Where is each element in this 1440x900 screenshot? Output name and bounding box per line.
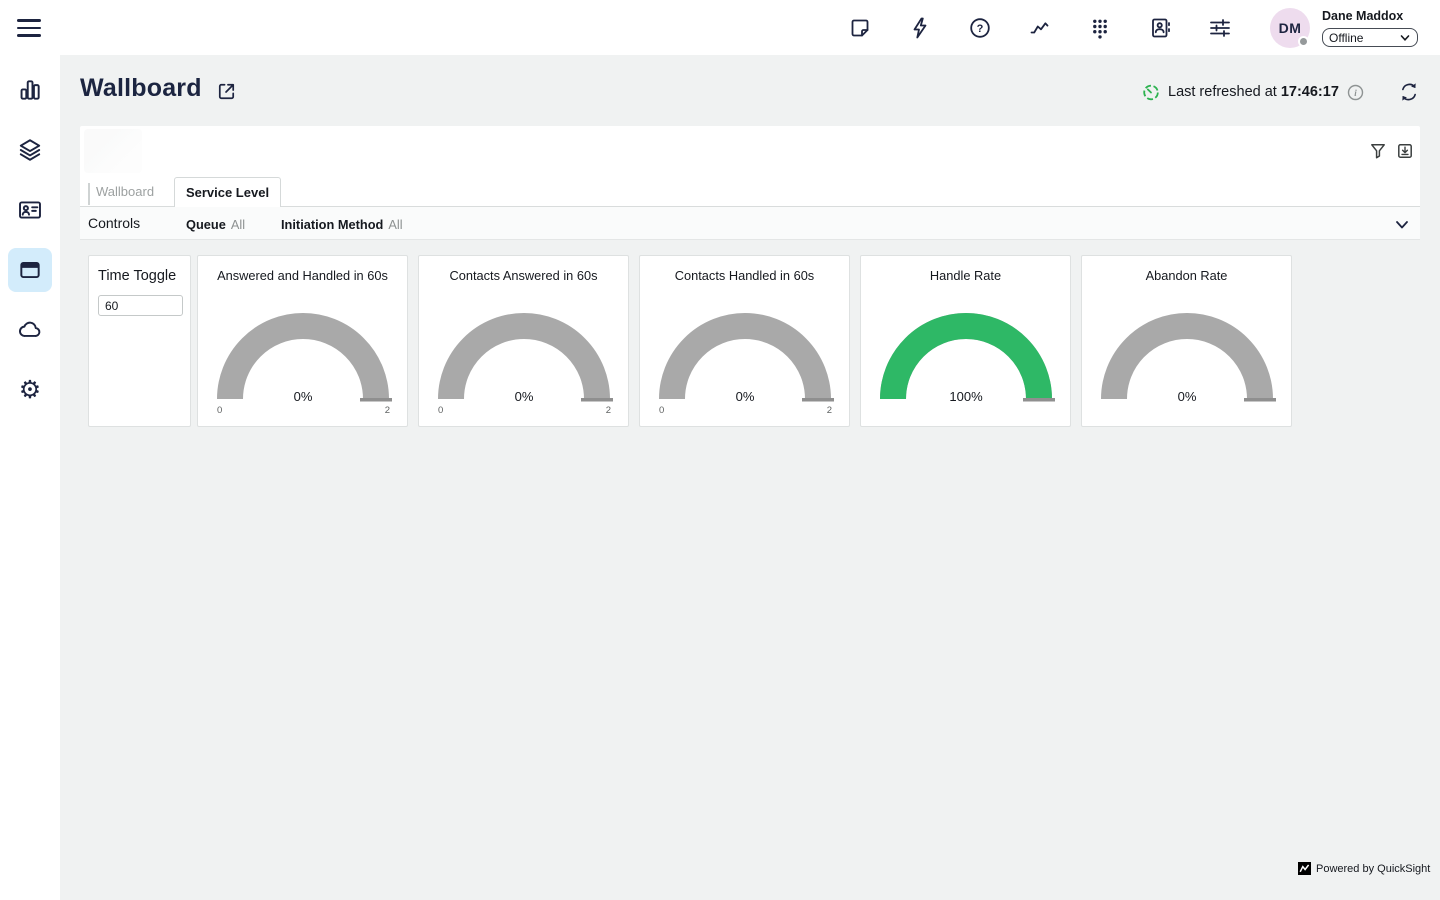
gauge-card: Handle Rate 100% [860,255,1071,427]
status-dot [1298,36,1309,47]
gauge-chart: 0% [1097,311,1277,417]
tab-service-level[interactable]: Service Level [174,177,281,207]
timer-icon [1142,83,1160,101]
note-icon[interactable] [848,16,872,40]
svg-text:100%: 100% [949,389,983,404]
svg-text:0: 0 [659,405,664,416]
initiation-method-filter[interactable]: Initiation MethodAll [281,217,403,232]
external-link-icon[interactable] [215,80,238,103]
last-refreshed-text: Last refreshed at 17:46:17 [1168,84,1339,100]
line-chart-icon[interactable] [1028,16,1052,40]
gauge-title: Answered and Handled in 60s [198,268,407,284]
sidebar-item-contacts[interactable] [8,188,52,232]
sidebar-item-metrics[interactable] [8,68,52,112]
controls-bar: Controls QueueAll Initiation MethodAll [80,207,1420,240]
sidebar-item-flows[interactable] [8,128,52,172]
gauge-title: Handle Rate [861,268,1070,284]
svg-text:?: ? [977,23,984,35]
layers-icon [17,137,43,163]
gauge-card: Contacts Handled in 60s 0% 0 2 [639,255,850,427]
svg-text:0%: 0% [735,389,754,404]
gauge-title: Contacts Handled in 60s [640,268,849,284]
sidebar-item-wallboard[interactable] [8,248,52,292]
hamburger-menu-icon[interactable] [14,13,46,43]
address-book-icon[interactable] [1148,16,1172,40]
svg-text:2: 2 [384,405,389,416]
filter-icon[interactable] [1369,142,1387,160]
lightning-icon[interactable] [908,16,932,40]
controls-chevron-down-icon[interactable] [1392,215,1412,235]
gauge-card: Answered and Handled in 60s 0% 0 2 [197,255,408,427]
quicksight-logo-icon [1298,862,1311,875]
gauge-chart: 0% 0 2 [655,311,835,417]
user-name: Dane Maddox [1322,9,1403,23]
svg-text:0%: 0% [514,389,533,404]
dialpad-icon[interactable] [1088,16,1112,40]
info-icon[interactable]: i [1347,84,1364,101]
browser-icon [17,257,43,283]
svg-text:0: 0 [438,405,443,416]
status-select[interactable]: Offline [1322,28,1418,47]
refresh-icon[interactable] [1398,81,1420,103]
gauge-card: Abandon Rate 0% [1081,255,1292,427]
sidebar-item-settings[interactable]: ⚙ [8,368,52,412]
tab-divider [88,183,90,205]
export-icon[interactable] [1396,142,1414,160]
gauge-chart: 0% 0 2 [213,311,393,417]
contact-card-icon [17,197,43,223]
svg-text:0: 0 [217,405,222,416]
time-toggle-card: Time Toggle [88,255,191,427]
gauge-card: Contacts Answered in 60s 0% 0 2 [418,255,629,427]
page-title: Wallboard [80,74,202,103]
queue-filter[interactable]: QueueAll [186,217,245,232]
gauge-chart: 100% [876,311,1056,417]
sidebar: ⚙ [0,55,60,900]
svg-text:0%: 0% [293,389,312,404]
faded-watermark [84,129,142,173]
gauge-title: Contacts Answered in 60s [419,268,628,284]
svg-text:i: i [1354,87,1357,97]
sidebar-item-cloud[interactable] [8,308,52,352]
sliders-icon[interactable] [1208,16,1232,40]
bar-chart-icon [17,77,43,103]
tab-wallboard[interactable]: Wallboard [96,184,154,199]
cloud-icon [17,317,43,343]
svg-text:2: 2 [605,405,610,416]
svg-text:0%: 0% [1177,389,1196,404]
controls-title: Controls [88,215,140,231]
top-header: ? DM Dane Maddox Offline [0,0,1440,55]
gauge-chart: 0% 0 2 [434,311,614,417]
help-icon[interactable]: ? [968,16,992,40]
gear-icon: ⚙ [19,378,41,403]
gauge-title: Abandon Rate [1082,268,1291,284]
time-toggle-label: Time Toggle [98,268,182,284]
svg-text:2: 2 [826,405,831,416]
time-toggle-input[interactable] [98,295,183,316]
powered-by-quicksight: Powered by QuickSight [1298,862,1430,875]
dashboard-panel: Wallboard Service Level Controls QueueAl… [80,126,1420,240]
